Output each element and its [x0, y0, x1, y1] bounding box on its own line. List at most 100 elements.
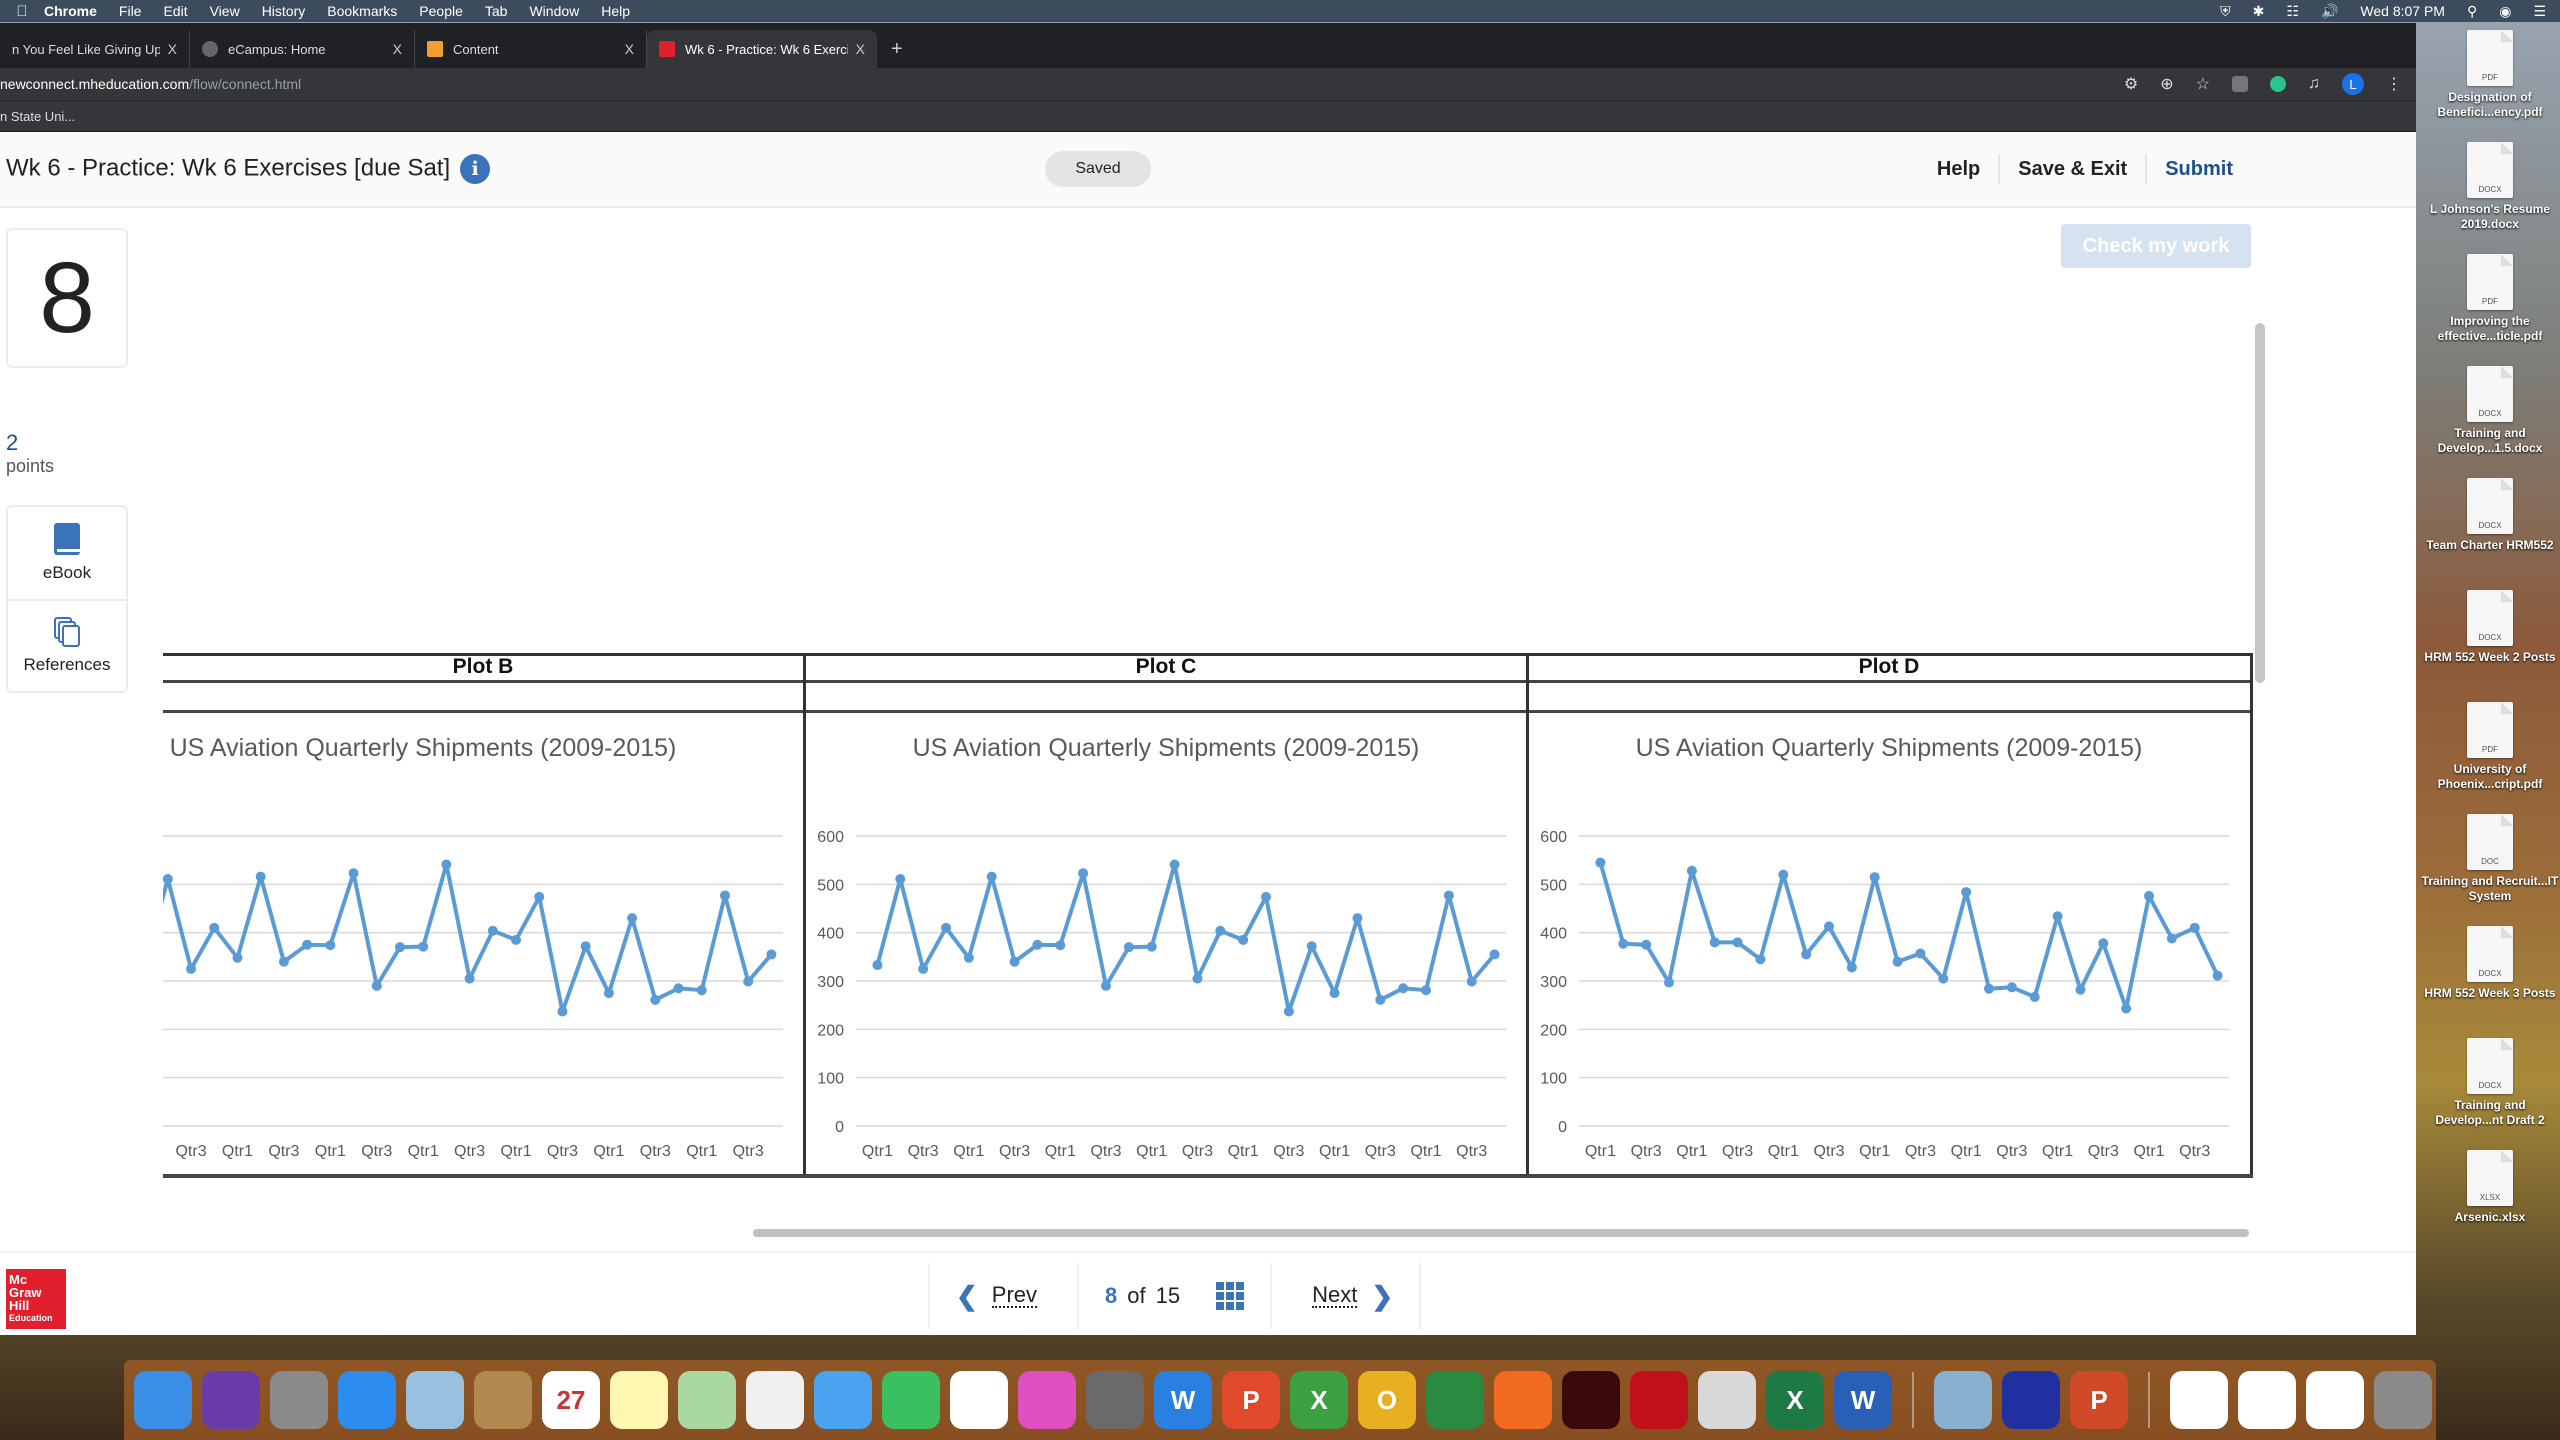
chrome-icon[interactable]: [1426, 1371, 1484, 1429]
calendar-icon[interactable]: 27: [542, 1371, 600, 1429]
desktop-file[interactable]: PDF Improving the effective...ticle.pdf: [2420, 254, 2560, 344]
menu-file[interactable]: File: [119, 3, 142, 19]
close-tab-icon[interactable]: X: [168, 41, 177, 57]
desktop-file[interactable]: DOCX Training and Develop...nt Draft 2: [2420, 1038, 2560, 1128]
desktop-file[interactable]: XLSX Arsenic.xlsx: [2420, 1150, 2560, 1225]
profile-avatar[interactable]: L: [2342, 73, 2364, 95]
screen-extension-icon[interactable]: [2270, 76, 2286, 92]
notification-center-icon[interactable]: ☰: [2533, 3, 2546, 20]
prev-button[interactable]: ❮ Prev: [928, 1263, 1077, 1329]
extension-blocked-icon[interactable]: ⚙: [2124, 74, 2138, 94]
extension-icon[interactable]: [2232, 76, 2248, 92]
bookmark-item[interactable]: n State Uni...: [0, 109, 75, 124]
media-control-icon[interactable]: ♫: [2308, 75, 2320, 93]
preview-icon[interactable]: [1934, 1371, 1992, 1429]
desktop-file[interactable]: PDF University of Phoenix...cript.pdf: [2420, 702, 2560, 792]
next-button[interactable]: Next ❯: [1270, 1263, 1422, 1329]
new-tab-button[interactable]: +: [877, 30, 917, 68]
itunes-icon[interactable]: [1018, 1371, 1076, 1429]
desktop-file[interactable]: DOCX Team Charter HRM552: [2420, 478, 2560, 553]
globe-icon: [202, 41, 218, 57]
printer-icon[interactable]: [1698, 1371, 1756, 1429]
ebook-button[interactable]: eBook: [8, 507, 126, 599]
info-icon[interactable]: i: [460, 154, 491, 184]
references-button[interactable]: References: [8, 599, 126, 691]
excel-online-icon[interactable]: X: [1290, 1371, 1348, 1429]
horizontal-scrollbar[interactable]: [753, 1229, 2249, 1237]
numbers-icon[interactable]: [950, 1371, 1008, 1429]
desktop-file[interactable]: DOCX Training and Develop...1.5.docx: [2420, 366, 2560, 456]
address-bar[interactable]: newconnect.mheducation.com/flow/connect.…: [0, 68, 2416, 100]
messages-icon[interactable]: [814, 1371, 872, 1429]
volume-icon[interactable]: 🔊: [2321, 3, 2338, 20]
word-online-icon[interactable]: W: [1154, 1371, 1212, 1429]
save-exit-link[interactable]: Save & Exit: [2000, 158, 2145, 181]
powerpoint-online-icon[interactable]: P: [1222, 1371, 1280, 1429]
activity-monitor-icon[interactable]: [2002, 1371, 2060, 1429]
submit-link[interactable]: Submit: [2147, 158, 2251, 181]
powerpoint-icon[interactable]: P: [2070, 1371, 2128, 1429]
acrobat-reader-icon[interactable]: [1630, 1371, 1688, 1429]
menu-edit[interactable]: Edit: [163, 3, 187, 19]
tab-content[interactable]: Content X: [415, 30, 647, 68]
tab-ecampus[interactable]: eCampus: Home X: [190, 30, 415, 68]
apple-menu-icon[interactable]: : [0, 3, 44, 20]
check-my-work-button[interactable]: Check my work: [2061, 224, 2251, 268]
facetime-icon[interactable]: [882, 1371, 940, 1429]
tab-giving-up[interactable]: n You Feel Like Giving Up X: [0, 30, 190, 68]
doc-word-1-icon[interactable]: [2170, 1371, 2228, 1429]
wifi-icon[interactable]: ☷: [2286, 3, 2299, 20]
menu-help[interactable]: Help: [601, 3, 630, 19]
menu-window[interactable]: Window: [529, 3, 579, 19]
url-field[interactable]: newconnect.mheducation.com/flow/connect.…: [0, 76, 301, 92]
menu-people[interactable]: People: [419, 3, 463, 19]
menu-view[interactable]: View: [210, 3, 240, 19]
excel-icon[interactable]: X: [1766, 1371, 1824, 1429]
menu-bookmarks[interactable]: Bookmarks: [327, 3, 397, 19]
office-icon[interactable]: O: [1358, 1371, 1416, 1429]
desktop-file[interactable]: DOCX L Johnson's Resume 2019.docx: [2420, 142, 2560, 232]
system-preferences-icon[interactable]: [1086, 1371, 1144, 1429]
word-icon[interactable]: W: [1834, 1371, 1892, 1429]
data-point: [1961, 887, 1972, 898]
menu-history[interactable]: History: [262, 3, 306, 19]
references-icon: [54, 617, 80, 647]
vertical-scrollbar[interactable]: [2255, 323, 2265, 683]
doc-excel-icon[interactable]: [2238, 1371, 2296, 1429]
maps-icon[interactable]: [678, 1371, 736, 1429]
grid-view-icon[interactable]: [1216, 1282, 1245, 1310]
trash-icon[interactable]: [2374, 1371, 2432, 1429]
close-tab-icon[interactable]: X: [625, 41, 634, 57]
mail-icon[interactable]: [406, 1371, 464, 1429]
close-tab-icon[interactable]: X: [393, 41, 402, 57]
logo-line: Education: [9, 1313, 53, 1323]
zoom-icon[interactable]: ⊕: [2160, 74, 2173, 94]
doc-word-2-icon[interactable]: [2306, 1371, 2364, 1429]
desktop-file[interactable]: DOC Training and Recruit...IT System: [2420, 814, 2560, 904]
bluetooth-icon[interactable]: ✱: [2253, 3, 2265, 20]
firefox-icon[interactable]: [1494, 1371, 1552, 1429]
desktop-file[interactable]: DOCX HRM 552 Week 3 Posts: [2420, 926, 2560, 1001]
finder-icon[interactable]: [134, 1371, 192, 1429]
bookmark-star-icon[interactable]: ☆: [2196, 74, 2210, 94]
desktop-file[interactable]: PDF Designation of Benefici...ency.pdf: [2420, 30, 2560, 120]
tab-wk6-practice[interactable]: Wk 6 - Practice: Wk 6 Exercise X: [647, 30, 877, 68]
clock[interactable]: Wed 8:07 PM: [2360, 3, 2445, 19]
notes-icon[interactable]: [610, 1371, 668, 1429]
launchpad-icon[interactable]: [270, 1371, 328, 1429]
siri-icon[interactable]: ◉: [2499, 3, 2511, 20]
more-menu-icon[interactable]: ⋮: [2386, 74, 2402, 94]
close-tab-icon[interactable]: X: [856, 41, 865, 57]
contacts-icon[interactable]: [474, 1371, 532, 1429]
photos-icon[interactable]: [746, 1371, 804, 1429]
data-point: [1215, 925, 1226, 936]
help-link[interactable]: Help: [1919, 158, 1998, 181]
acrobat-icon[interactable]: [1562, 1371, 1620, 1429]
shield-icon[interactable]: ⛨: [2220, 3, 2231, 20]
menu-chrome[interactable]: Chrome: [44, 3, 97, 19]
menu-tab[interactable]: Tab: [485, 3, 508, 19]
desktop-file[interactable]: DOCX HRM 552 Week 2 Posts: [2420, 590, 2560, 665]
safari-icon[interactable]: [338, 1371, 396, 1429]
siri-icon[interactable]: [202, 1371, 260, 1429]
search-icon[interactable]: ⚲: [2467, 3, 2477, 20]
